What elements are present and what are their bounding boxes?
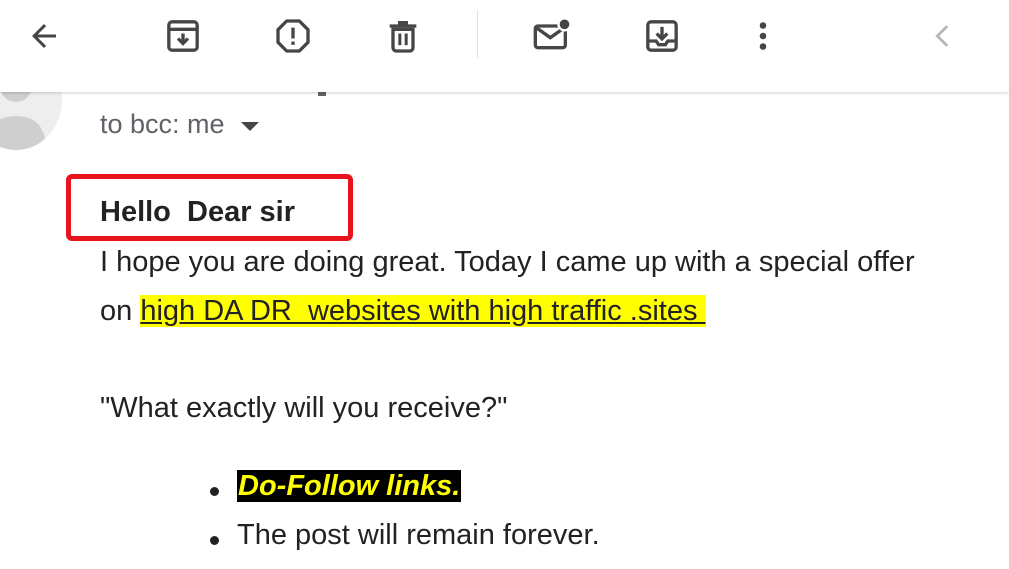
email-view: to bcc: me Hello Dear sir I hope you are… xyxy=(0,0,1009,569)
previous-email-button[interactable] xyxy=(919,12,967,60)
mark-unread-icon xyxy=(533,17,572,50)
offer-link[interactable]: high DA DR websites with high traffic .s… xyxy=(140,295,706,327)
archive-icon xyxy=(167,20,199,52)
question-line: "What exactly will you receive?" xyxy=(100,392,508,424)
mark-unread-button[interactable] xyxy=(528,12,576,60)
body-line-2-prefix: on xyxy=(100,295,141,327)
body-line-1: I hope you are doing great. Today I came… xyxy=(100,246,915,278)
more-options-button[interactable] xyxy=(739,12,787,60)
report-spam-button[interactable] xyxy=(269,12,317,60)
recipient-details-toggle[interactable]: to bcc: me xyxy=(100,109,259,140)
list-item-text: The post will remain forever. xyxy=(237,519,600,551)
delete-icon xyxy=(389,21,417,53)
bullet-icon xyxy=(210,487,219,496)
back-button[interactable] xyxy=(20,12,68,60)
report-spam-icon xyxy=(276,19,310,53)
list-item-text: Do-Follow links. xyxy=(237,470,462,502)
move-to-button[interactable] xyxy=(638,12,686,60)
chevron-left-icon xyxy=(935,25,949,47)
back-arrow-icon xyxy=(32,24,56,48)
more-options-icon xyxy=(759,22,767,50)
recipient-label: to bcc: me xyxy=(100,109,225,139)
email-greeting: Hello Dear sir xyxy=(100,196,296,228)
toolbar-divider xyxy=(477,10,478,58)
toolbar xyxy=(0,0,1009,92)
list-item: Do-Follow links. xyxy=(210,468,462,517)
move-to-icon xyxy=(646,20,678,52)
delete-button[interactable] xyxy=(379,12,427,60)
caret-down-icon xyxy=(240,122,259,131)
list-item: The post will remain forever. xyxy=(210,517,600,566)
benefits-list: Do-Follow links. The post will remain fo… xyxy=(210,468,600,566)
body-line-2: on high DA DR websites with high traffic… xyxy=(100,295,706,328)
bullet-icon xyxy=(210,536,219,545)
archive-button[interactable] xyxy=(159,12,207,60)
